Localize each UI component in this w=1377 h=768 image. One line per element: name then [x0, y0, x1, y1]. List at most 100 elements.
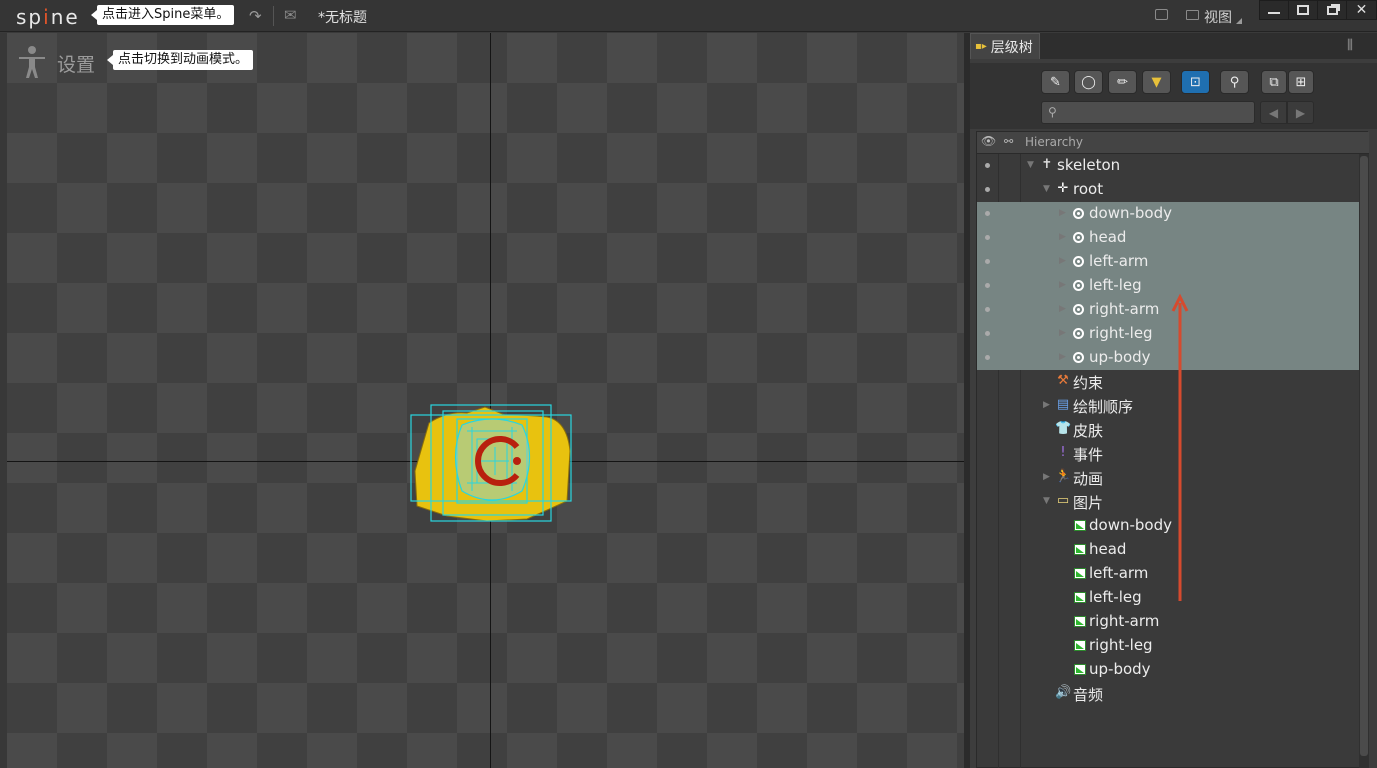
expand-button[interactable]: ⊞	[1288, 70, 1314, 94]
image-attachment-icon	[1074, 592, 1086, 603]
collapsed-arrow-icon[interactable]: ▶	[1059, 352, 1066, 362]
setup-mode-label[interactable]: 设置	[57, 50, 95, 77]
collapsed-arrow-icon[interactable]: ▶	[1059, 304, 1066, 314]
tree-row-label: right-arm	[1089, 300, 1160, 318]
tree-row[interactable]: ▶ down-body	[977, 202, 1367, 226]
expanded-arrow-icon[interactable]: ▼	[1043, 184, 1050, 194]
scrollbar-thumb[interactable]	[1360, 156, 1368, 756]
select-tool-button[interactable]: ⊡	[1181, 70, 1210, 94]
visibility-dot[interactable]	[985, 259, 990, 264]
visibility-dot[interactable]	[985, 187, 990, 192]
document-title: *无标题	[318, 10, 367, 26]
filter-tool-button[interactable]: ▼	[1142, 70, 1171, 94]
nav-forward-button[interactable]: ▶	[1287, 101, 1314, 124]
constraint-icon: ⚒	[1057, 373, 1069, 388]
tree-row-label: 动画	[1073, 470, 1104, 488]
collapsed-arrow-icon[interactable]: ▶	[1059, 280, 1066, 290]
filter-tool-icon: ▼	[1151, 74, 1162, 90]
image-attachment-icon	[1074, 616, 1086, 627]
eye-icon[interactable]: 👁	[981, 134, 996, 148]
animation-icon: 🏃	[1055, 469, 1072, 484]
expanded-arrow-icon[interactable]: ▼	[1043, 496, 1050, 506]
close-button[interactable]: ✕	[1346, 0, 1377, 20]
collapsed-arrow-icon[interactable]: ▶	[1043, 400, 1050, 410]
visibility-dot[interactable]	[985, 211, 990, 216]
spine-menu-tooltip: 点击进入Spine菜单。	[90, 5, 235, 25]
expanded-arrow-icon[interactable]: ▼	[1027, 160, 1034, 170]
spine-editor-window: spine 点击进入Spine菜单。 ↷ ✉ *无标题 视图 ✕ 设置 点击切换…	[0, 0, 1377, 768]
close-icon: ✕	[1355, 2, 1368, 18]
spine-logo[interactable]: spine	[16, 5, 80, 29]
tree-row-label: 音频	[1073, 686, 1104, 704]
tree-row-label: 约束	[1073, 374, 1104, 392]
select-tool-icon: ⊡	[1190, 74, 1201, 90]
image-attachment-icon	[1074, 640, 1086, 651]
visibility-dot[interactable]	[985, 283, 990, 288]
toolbar-divider	[273, 6, 274, 26]
nav-back-button[interactable]: ◀	[1260, 101, 1287, 124]
tree-row-label: skeleton	[1057, 156, 1121, 174]
maximize-icon	[1297, 5, 1309, 15]
collapsed-arrow-icon[interactable]: ▶	[1059, 232, 1066, 242]
collapsed-arrow-icon[interactable]: ▶	[1059, 328, 1066, 338]
bone-icon	[1073, 352, 1084, 363]
collapsed-arrow-icon[interactable]: ▶	[1059, 256, 1066, 266]
stick-figure-icon[interactable]	[17, 45, 47, 86]
tree-row[interactable]: right-leg	[977, 634, 1367, 658]
pin-tool-button[interactable]: ⚲	[1220, 70, 1249, 94]
skeleton-icon: ✝	[1041, 157, 1053, 172]
pencil-tool-icon: ✏	[1117, 74, 1128, 90]
event-icon: !	[1060, 445, 1066, 460]
tree-row[interactable]: ▼ ✝ skeleton	[977, 154, 1367, 178]
visibility-dot[interactable]	[985, 235, 990, 240]
view-icon[interactable]	[1186, 10, 1199, 20]
red-up-arrow-icon	[1171, 293, 1189, 601]
tree-row-label: 皮肤	[1073, 422, 1104, 440]
redo-icon[interactable]: ↷	[249, 7, 262, 25]
search-icon: ⚲	[1048, 105, 1057, 119]
sliders-icon[interactable]: ⫼	[1347, 38, 1353, 53]
collapsed-arrow-icon[interactable]: ▶	[1043, 472, 1050, 482]
view-dropdown-corner-icon	[1236, 18, 1242, 24]
collapsed-arrow-icon[interactable]: ▶	[1059, 208, 1066, 218]
tree-row[interactable]: up-body	[977, 658, 1367, 682]
layout-icon[interactable]	[1155, 9, 1168, 20]
tree-row[interactable]: ▶ head	[977, 226, 1367, 250]
view-menu-button[interactable]: 视图	[1204, 7, 1232, 27]
root-bone-icon: ✛	[1057, 181, 1069, 196]
logo-prefix: sp	[16, 5, 44, 29]
brush-tool-button[interactable]: ✎	[1041, 70, 1070, 94]
tree-row-label: 事件	[1073, 446, 1104, 464]
hierarchy-column-label: Hierarchy	[1025, 135, 1084, 149]
pin-tool-icon: ⚲	[1229, 74, 1240, 90]
tree-row-label: right-leg	[1089, 324, 1153, 342]
tree-row[interactable]: 🔊 音频	[977, 682, 1367, 706]
editor-viewport[interactable]: 设置 点击切换到动画模式。	[7, 33, 964, 768]
restore-button[interactable]	[1317, 0, 1347, 20]
collapse-button[interactable]: ⧉	[1261, 70, 1287, 94]
minimize-button[interactable]	[1259, 0, 1289, 20]
image-attachment-icon	[1074, 664, 1086, 675]
visibility-dot[interactable]	[985, 307, 990, 312]
pencil-tool-button[interactable]: ✏	[1108, 70, 1137, 94]
visibility-dot[interactable]	[985, 331, 990, 336]
tree-row[interactable]: ▶ left-arm	[977, 250, 1367, 274]
restore-icon	[1326, 5, 1338, 15]
link-icon[interactable]: ⚯	[1004, 135, 1013, 148]
search-input[interactable]: ⚲	[1041, 101, 1255, 124]
panel-title: 层级树	[990, 39, 1033, 56]
skeleton-character[interactable]	[407, 401, 577, 530]
mail-icon[interactable]: ✉	[284, 6, 297, 24]
circle-tool-button[interactable]: ◯	[1074, 70, 1103, 94]
visibility-dot[interactable]	[985, 355, 990, 360]
setup-mode-figure-icon	[19, 46, 45, 78]
minimize-icon	[1268, 12, 1280, 14]
tree-row[interactable]: ▼ ✛ root	[977, 178, 1367, 202]
mode-switch-tooltip: 点击切换到动画模式。	[106, 50, 254, 70]
visibility-dot[interactable]	[985, 163, 990, 168]
tree-row[interactable]: right-arm	[977, 610, 1367, 634]
circle-tool-icon: ◯	[1081, 74, 1096, 90]
maximize-button[interactable]	[1288, 0, 1318, 20]
logo-mid: i	[43, 5, 51, 29]
tab-hierarchy[interactable]: ▪▸ 层级树	[970, 33, 1040, 59]
